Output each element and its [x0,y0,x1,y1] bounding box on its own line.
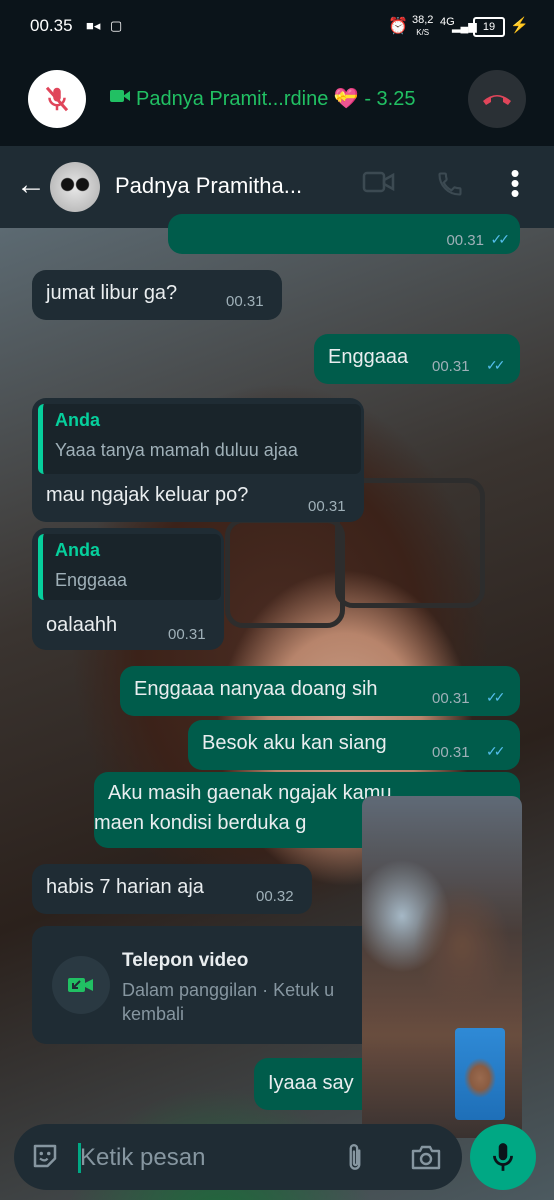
video-call-icon[interactable] [362,170,396,194]
message-input-bar[interactable]: Ketik pesan [14,1124,462,1190]
message-in-reply[interactable]: Anda Yaaa tanya mamah duluu ajaa mau nga… [32,398,364,522]
message-time: 00.31 [226,293,264,310]
message-text: Enggaaa nanyaa doang sih [134,678,378,700]
read-ticks-icon: ✓✓ [490,231,511,247]
message-text: mau ngajak keluar po? [46,484,249,506]
back-arrow-icon[interactable]: ← [16,168,46,202]
self-video-preview[interactable] [455,1028,505,1120]
contact-avatar[interactable] [50,162,100,212]
message-out-partial[interactable]: 00.31 ✓✓ [168,214,520,254]
call-banner-text[interactable]: Padnya Pramit...rdine 💝 - 3.25 [136,86,415,111]
read-ticks-icon: ✓✓ [486,357,506,373]
quote-text: Enggaaa [55,570,128,590]
message-in[interactable]: habis 7 harian aja 00.32 [32,864,312,914]
camera-icon[interactable] [410,1143,442,1171]
message-in-reply[interactable]: Anda Enggaaa oalaahh 00.31 [32,528,224,650]
mute-button[interactable] [28,70,86,128]
battery-icon: 19 [473,17,505,37]
more-options-icon[interactable]: • • • [505,160,525,206]
voice-message-button[interactable] [470,1124,536,1190]
message-text-line-2: maen kondisi berduka g [94,812,307,834]
net-speed-unit: K/S [416,28,430,37]
microphone-icon [493,1143,513,1171]
attach-icon[interactable] [342,1142,368,1174]
quote-author: Anda [55,540,100,560]
net-speed-value: 38,2 [412,14,434,26]
message-text: jumat libur ga? [46,282,178,304]
video-call-arrow-icon [68,978,93,992]
video-recording-icon: ■◂ [86,18,101,33]
video-call-status-line-2: kembali [122,1004,185,1024]
message-time: 00.31 [432,358,470,375]
message-text: Enggaaa [328,346,409,368]
status-time: 00.35 [30,16,73,35]
message-in[interactable]: jumat libur ga? 00.31 [32,270,282,320]
muted-mic-icon [45,86,69,112]
glasses-left [225,518,345,628]
message-out[interactable]: Enggaaa 00.31 ✓✓ [314,334,520,384]
message-out[interactable]: Enggaaa nanyaa doang sih 00.31 ✓✓ [120,666,520,716]
message-time: 00.31 [432,744,470,761]
message-text: oalaahh [46,614,118,636]
battery-level: 19 [482,21,496,33]
contact-name[interactable]: Padnya Pramitha... [115,173,302,199]
video-call-title: Telepon video [122,950,249,971]
quoted-message[interactable]: Anda Enggaaa [38,534,221,600]
read-ticks-icon: ✓✓ [486,743,506,759]
message-text: Besok aku kan siang [202,732,387,754]
message-time: 00.31 [432,690,470,707]
emoji-sticker-icon[interactable] [30,1141,60,1171]
camera-icon: ▢ [110,18,123,33]
status-bar: 00.35 ■◂ ▢ ⏰ 38,2 K/S 4G ▂▄▆ 19 ⚡ [0,0,554,54]
end-call-button[interactable] [468,70,526,128]
message-text: habis 7 harian aja [46,876,204,898]
ongoing-call-banner[interactable]: Padnya Pramit...rdine 💝 - 3.25 [0,54,554,146]
read-ticks-icon: ✓✓ [486,689,506,705]
message-time: 00.31 [446,232,484,249]
charging-icon: ⚡ [510,17,529,34]
message-text: Iyaaa say [268,1072,354,1094]
quote-text: Yaaa tanya mamah duluu ajaa [55,440,298,460]
call-video-icon-lens [123,91,130,101]
message-text-line-1: Aku masih gaenak ngajak kamu [108,782,392,804]
net-speed: 38,2 K/S [412,14,433,39]
message-input-field[interactable]: Ketik pesan [80,1144,205,1172]
message-time: 00.31 [308,498,346,515]
call-video-icon [110,90,124,102]
video-call-bubble-icon [52,956,110,1014]
quoted-message[interactable]: Anda Yaaa tanya mamah duluu ajaa [38,404,361,474]
video-call-status-line-1: Dalam panggilan · Ketuk u [122,980,335,1000]
video-call-message[interactable]: Telepon video Dalam panggilan · Ketuk u … [32,926,382,1044]
message-time: 00.32 [256,888,294,905]
voice-call-icon[interactable] [436,170,464,198]
alarm-icon: ⏰ [388,18,408,35]
hang-up-icon [483,95,511,105]
message-out[interactable]: Besok aku kan siang 00.31 ✓✓ [188,720,520,770]
quote-author: Anda [55,410,100,430]
message-time: 00.31 [168,626,206,643]
